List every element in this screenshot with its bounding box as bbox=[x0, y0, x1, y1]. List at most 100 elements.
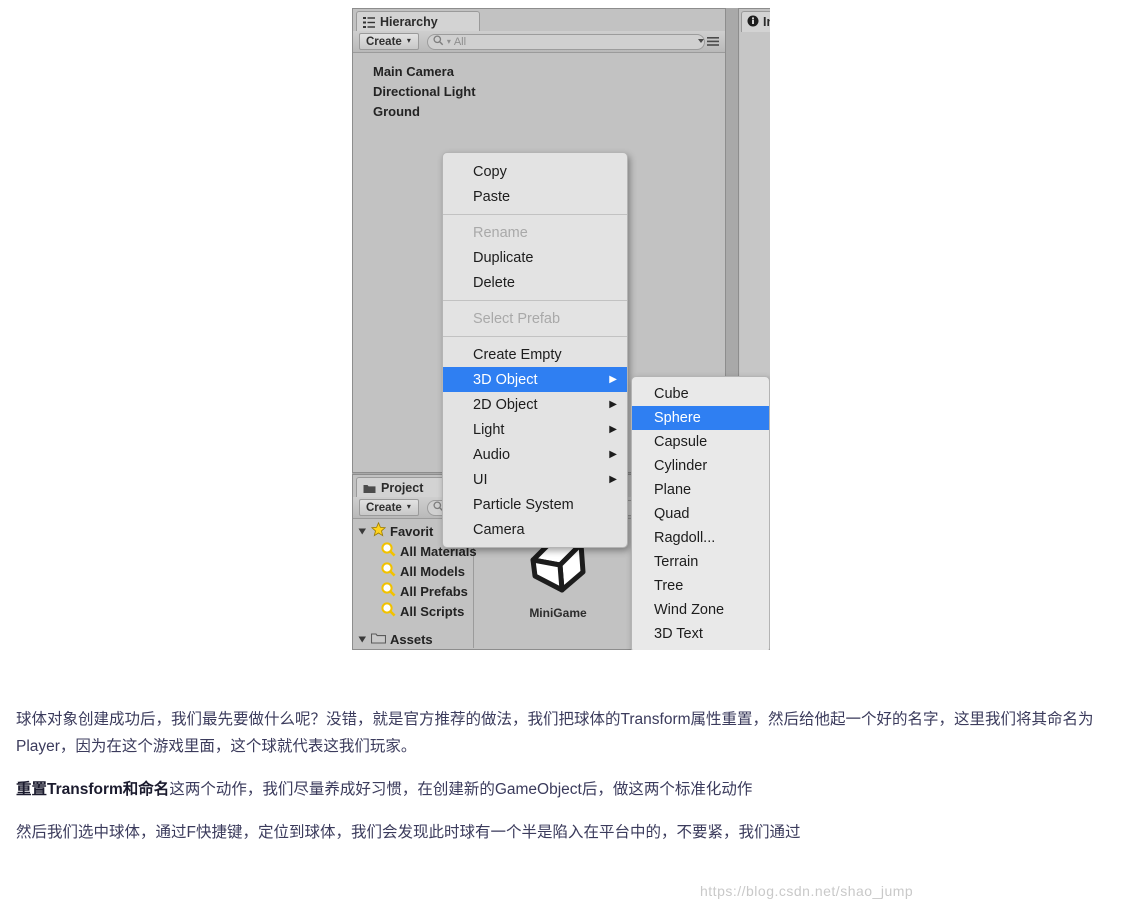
article-paragraph: 重置Transform和命名这两个动作，我们尽量养成好习惯，在创建新的GameO… bbox=[16, 776, 1106, 803]
context-menu-item-create-empty[interactable]: Create Empty bbox=[443, 342, 627, 367]
submenu-item-label: Capsule bbox=[654, 434, 708, 450]
context-menu-item-label: Paste bbox=[473, 188, 511, 205]
submenu-item-tree[interactable]: Tree bbox=[632, 574, 769, 598]
submenu-item-cylinder[interactable]: Cylinder bbox=[632, 454, 769, 478]
project-favorite-label: All Prefabs bbox=[400, 583, 468, 599]
submenu-arrow-icon: ▶ bbox=[609, 473, 617, 485]
tab-inspector-label: In bbox=[763, 15, 770, 29]
hierarchy-item[interactable]: Main Camera bbox=[353, 61, 725, 81]
submenu-arrow-icon: ▶ bbox=[609, 373, 617, 385]
submenu-item-3d-text[interactable]: 3D Text bbox=[632, 622, 769, 646]
context-menu-item-label: Duplicate bbox=[473, 249, 534, 266]
context-menu-item-rename: Rename bbox=[443, 220, 627, 245]
submenu-item-terrain[interactable]: Terrain bbox=[632, 550, 769, 574]
context-menu-item-paste[interactable]: Paste bbox=[443, 184, 627, 209]
project-favorites-label: Favorit bbox=[390, 523, 434, 539]
context-menu-item-label: Delete bbox=[473, 274, 515, 291]
context-menu-item-label: Create Empty bbox=[473, 346, 562, 363]
submenu-item-cube[interactable]: Cube bbox=[632, 382, 769, 406]
hierarchy-icon bbox=[363, 16, 375, 28]
triangle-down-icon[interactable] bbox=[358, 632, 367, 647]
project-create-label: Create bbox=[366, 501, 402, 514]
submenu-item-label: 3D Text bbox=[654, 626, 703, 642]
folder-icon bbox=[370, 632, 387, 647]
star-icon bbox=[370, 521, 387, 540]
context-menu-item-2d-object[interactable]: 2D Object ▶ bbox=[443, 392, 627, 417]
search-scope-caret-icon[interactable]: ▾ bbox=[447, 37, 451, 46]
article-text: 然后我们选中球体，通过F快捷键，定位到球体，我们会发现此时球有一个半是陷入在平台… bbox=[16, 823, 801, 841]
submenu-item-ragdoll[interactable]: Ragdoll... bbox=[632, 526, 769, 550]
submenu-item-label: Cylinder bbox=[654, 458, 708, 474]
context-menu-item-label: Camera bbox=[473, 521, 525, 538]
submenu-item-label: Plane bbox=[654, 482, 692, 498]
submenu-item-label: Ragdoll... bbox=[654, 530, 716, 546]
hierarchy-create-button[interactable]: Create ▾ bbox=[359, 33, 419, 50]
context-menu-item-label: Rename bbox=[473, 224, 528, 241]
project-assets-row[interactable]: Assets bbox=[358, 632, 433, 647]
triangle-down-icon[interactable] bbox=[358, 524, 367, 539]
submenu-item-label: Wind Zone bbox=[654, 602, 725, 618]
context-menu-item-label: Copy bbox=[473, 163, 507, 180]
article-body: 球体对象创建成功后，我们最先要做什么呢？没错，就是官方推荐的做法，我们把球体的T… bbox=[16, 690, 1106, 862]
search-icon bbox=[381, 582, 396, 600]
hierarchy-search-input[interactable]: ▾ All bbox=[426, 33, 705, 50]
submenu-item-sphere[interactable]: Sphere bbox=[632, 406, 769, 430]
hierarchy-toolbar: Create ▾ ▾ All bbox=[353, 31, 725, 53]
hierarchy-item[interactable]: Ground bbox=[353, 101, 725, 121]
article-text: 这两个动作，我们尽量养成好习惯，在创建新的GameObject后，做这两个标准化… bbox=[169, 780, 753, 798]
submenu-item-capsule[interactable]: Capsule bbox=[632, 430, 769, 454]
unity-logo-icon bbox=[519, 535, 597, 603]
context-menu-item-duplicate[interactable]: Duplicate bbox=[443, 245, 627, 270]
submenu-item-quad[interactable]: Quad bbox=[632, 502, 769, 526]
chevron-down-icon: ▾ bbox=[406, 36, 411, 45]
hierarchy-create-label: Create bbox=[366, 35, 402, 48]
context-menu-item-ui[interactable]: UI ▶ bbox=[443, 467, 627, 492]
context-menu-separator bbox=[443, 300, 627, 301]
hierarchy-item-list: Main Camera Directional Light Ground bbox=[353, 61, 725, 121]
context-menu-item-delete[interactable]: Delete bbox=[443, 270, 627, 295]
context-menu-item-3d-object[interactable]: 3D Object ▶ bbox=[443, 367, 627, 392]
project-favorite-label: All Scripts bbox=[400, 603, 465, 619]
hierarchy-item-label: Ground bbox=[373, 103, 420, 119]
context-menu-item-camera[interactable]: Camera bbox=[443, 517, 627, 542]
context-menu-item-label: Select Prefab bbox=[473, 310, 561, 327]
article-paragraph: 球体对象创建成功后，我们最先要做什么呢？没错，就是官方推荐的做法，我们把球体的T… bbox=[16, 706, 1106, 760]
tab-inspector[interactable]: In bbox=[741, 11, 770, 32]
submenu-item-plane[interactable]: Plane bbox=[632, 478, 769, 502]
context-menu-item-audio[interactable]: Audio ▶ bbox=[443, 442, 627, 467]
project-create-button[interactable]: Create ▾ bbox=[359, 499, 419, 516]
submenu-item-label: Sphere bbox=[654, 410, 701, 426]
context-menu-item-copy[interactable]: Copy bbox=[443, 159, 627, 184]
submenu-item-label: Cube bbox=[654, 386, 689, 402]
project-favorite-label: All Models bbox=[400, 563, 466, 579]
context-menu-item-label: 3D Object bbox=[473, 371, 538, 388]
submenu-item-wind-zone[interactable]: Wind Zone bbox=[632, 598, 769, 622]
project-asset-tile-label: MiniGame bbox=[529, 606, 587, 620]
context-menu-item-label: Particle System bbox=[473, 496, 574, 513]
chevron-down-icon: ▾ bbox=[406, 502, 411, 511]
context-menu-item-particle-system[interactable]: Particle System bbox=[443, 492, 627, 517]
hierarchy-item[interactable]: Directional Light bbox=[353, 81, 725, 101]
submenu-item-label: Terrain bbox=[654, 554, 699, 570]
context-menu-item-label: UI bbox=[473, 471, 488, 488]
info-icon bbox=[747, 15, 759, 30]
context-menu-separator bbox=[443, 336, 627, 337]
hierarchy-panel-options-icon[interactable] bbox=[698, 37, 719, 46]
submenu-item-label: Quad bbox=[654, 506, 690, 522]
tab-hierarchy[interactable]: Hierarchy bbox=[356, 11, 480, 32]
submenu-arrow-icon: ▶ bbox=[609, 448, 617, 460]
unity-editor-screenshot: In Hierarchy Create ▾ bbox=[352, 8, 770, 650]
context-menu-item-label: 2D Object bbox=[473, 396, 538, 413]
search-icon bbox=[381, 562, 396, 580]
article-text: 球体对象创建成功后，我们最先要做什么呢？没错，就是官方推荐的做法，我们把球体的T… bbox=[16, 710, 1094, 755]
hierarchy-context-menu: Copy Paste Rename Duplicate Delete Selec… bbox=[442, 152, 628, 548]
context-menu-separator bbox=[443, 214, 627, 215]
hierarchy-item-label: Directional Light bbox=[373, 83, 476, 99]
tab-project-label: Project bbox=[381, 481, 424, 495]
context-menu-item-light[interactable]: Light ▶ bbox=[443, 417, 627, 442]
submenu-arrow-icon: ▶ bbox=[609, 398, 617, 410]
article-paragraph: 然后我们选中球体，通过F快捷键，定位到球体，我们会发现此时球有一个半是陷入在平台… bbox=[16, 819, 1106, 846]
project-assets-label: Assets bbox=[390, 632, 433, 647]
context-menu-item-select-prefab: Select Prefab bbox=[443, 306, 627, 331]
folder-icon bbox=[363, 483, 376, 494]
